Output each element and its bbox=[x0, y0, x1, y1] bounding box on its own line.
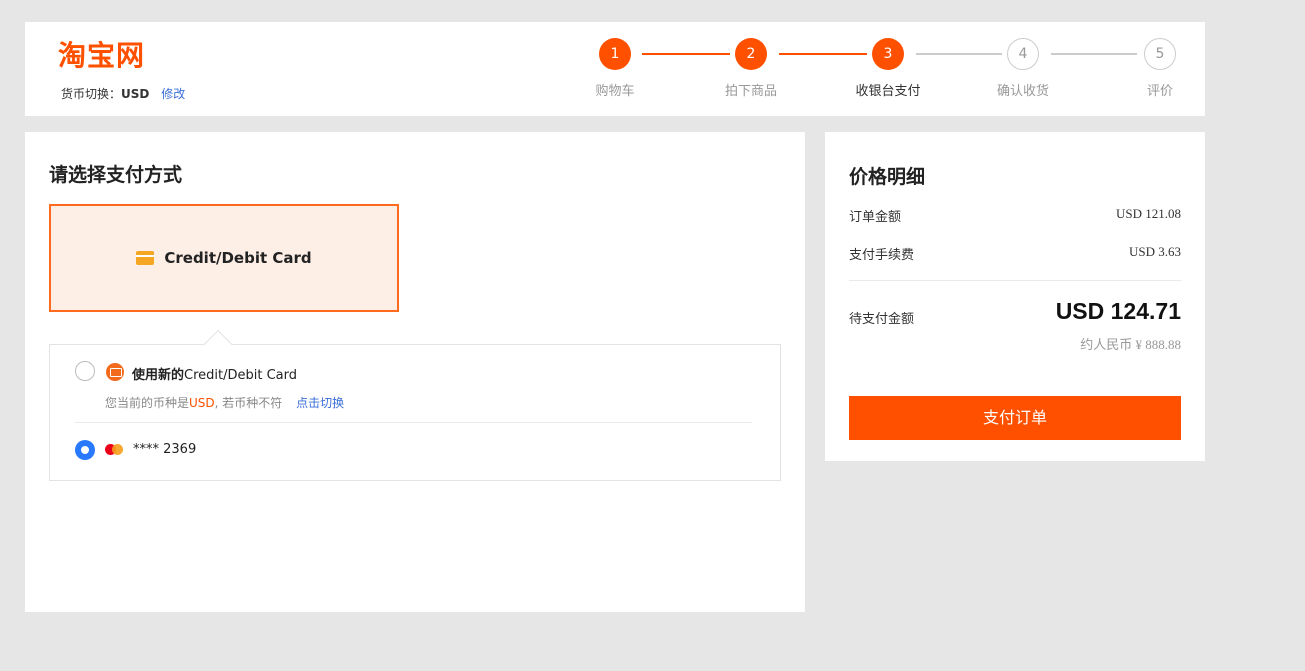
credit-card-icon bbox=[136, 251, 155, 265]
step-number: 3 bbox=[872, 38, 904, 70]
currency-switch: 货币切换：USD 修改 bbox=[61, 85, 185, 102]
price-title: 价格明细 bbox=[849, 166, 926, 188]
step-label: 收银台支付 bbox=[855, 84, 921, 99]
new-card-icon bbox=[106, 363, 124, 381]
total-value: USD 124.71 bbox=[1055, 298, 1181, 324]
step-number: 2 bbox=[735, 38, 767, 70]
saved-card-number: **** 2369 bbox=[133, 442, 197, 457]
order-amount-value: USD 121.08 bbox=[1115, 206, 1181, 221]
divider bbox=[849, 280, 1181, 281]
new-card-title-bold: 使用新的 bbox=[132, 368, 185, 383]
step-order: 2 拍下商品 bbox=[711, 38, 791, 99]
new-card-option[interactable]: 使用新的Credit/Debit Card 您当前的币种是USD, 若币种不符 … bbox=[75, 361, 752, 423]
note-currency: USD bbox=[189, 396, 215, 410]
saved-card-radio[interactable] bbox=[75, 440, 95, 460]
total-label: 待支付金额 bbox=[849, 312, 915, 327]
rmb-value: 约人民币 ¥ 888.88 bbox=[1080, 337, 1181, 352]
card-options: 使用新的Credit/Debit Card 您当前的币种是USD, 若币种不符 … bbox=[49, 329, 781, 481]
step-label: 购物车 bbox=[595, 84, 635, 99]
switch-currency-link[interactable]: 点击切换 bbox=[296, 396, 344, 410]
payment-panel: 请选择支付方式 Credit/Debit Card 使用新的Credit/Deb… bbox=[25, 132, 805, 612]
step-label: 评价 bbox=[1146, 84, 1173, 99]
currency-edit-link[interactable]: 修改 bbox=[161, 87, 185, 101]
note-suffix: , 若币种不符 bbox=[214, 396, 283, 410]
step-review: 5 评价 bbox=[1120, 38, 1200, 99]
taobao-logo[interactable]: 淘宝网 bbox=[58, 34, 145, 74]
new-card-title-text: Credit/Debit Card bbox=[184, 368, 298, 383]
header: 淘宝网 货币切换：USD 修改 1 购物车 2 拍下商品 3 收银台支付 4 确… bbox=[25, 22, 1205, 116]
new-card-radio[interactable] bbox=[75, 361, 95, 381]
pointer-arrow bbox=[203, 329, 233, 359]
order-amount-label: 订单金额 bbox=[849, 210, 902, 225]
step-confirm: 4 确认收货 bbox=[983, 38, 1063, 99]
step-cart: 1 购物车 bbox=[575, 38, 655, 99]
pay-order-button[interactable]: 支付订单 bbox=[849, 396, 1181, 440]
step-label: 拍下商品 bbox=[724, 84, 777, 99]
price-summary: 价格明细 订单金额 USD 121.08 支付手续费 USD 3.63 待支付金… bbox=[825, 132, 1205, 461]
fee-value: USD 3.63 bbox=[1128, 244, 1181, 259]
currency-note: 您当前的币种是USD, 若币种不符 点击切换 bbox=[105, 394, 344, 411]
currency-code: USD bbox=[121, 87, 150, 101]
new-card-title: 使用新的Credit/Debit Card bbox=[132, 364, 297, 383]
mastercard-icon bbox=[105, 444, 125, 456]
step-number: 4 bbox=[1007, 38, 1039, 70]
currency-label: 货币切换： bbox=[61, 87, 122, 101]
note-prefix: 您当前的币种是 bbox=[105, 396, 190, 410]
payment-title: 请选择支付方式 bbox=[49, 164, 183, 186]
saved-card-option[interactable]: **** 2369 bbox=[75, 438, 752, 462]
step-number: 5 bbox=[1144, 38, 1176, 70]
payment-method-label: Credit/Debit Card bbox=[164, 249, 312, 267]
fee-label: 支付手续费 bbox=[849, 248, 915, 263]
step-label: 确认收货 bbox=[996, 84, 1049, 99]
fee-row: 支付手续费 USD 3.63 bbox=[849, 244, 1181, 263]
order-amount-row: 订单金额 USD 121.08 bbox=[849, 206, 1181, 225]
step-number: 1 bbox=[599, 38, 631, 70]
payment-method-card[interactable]: Credit/Debit Card bbox=[49, 204, 399, 312]
step-checkout: 3 收银台支付 bbox=[848, 38, 928, 99]
